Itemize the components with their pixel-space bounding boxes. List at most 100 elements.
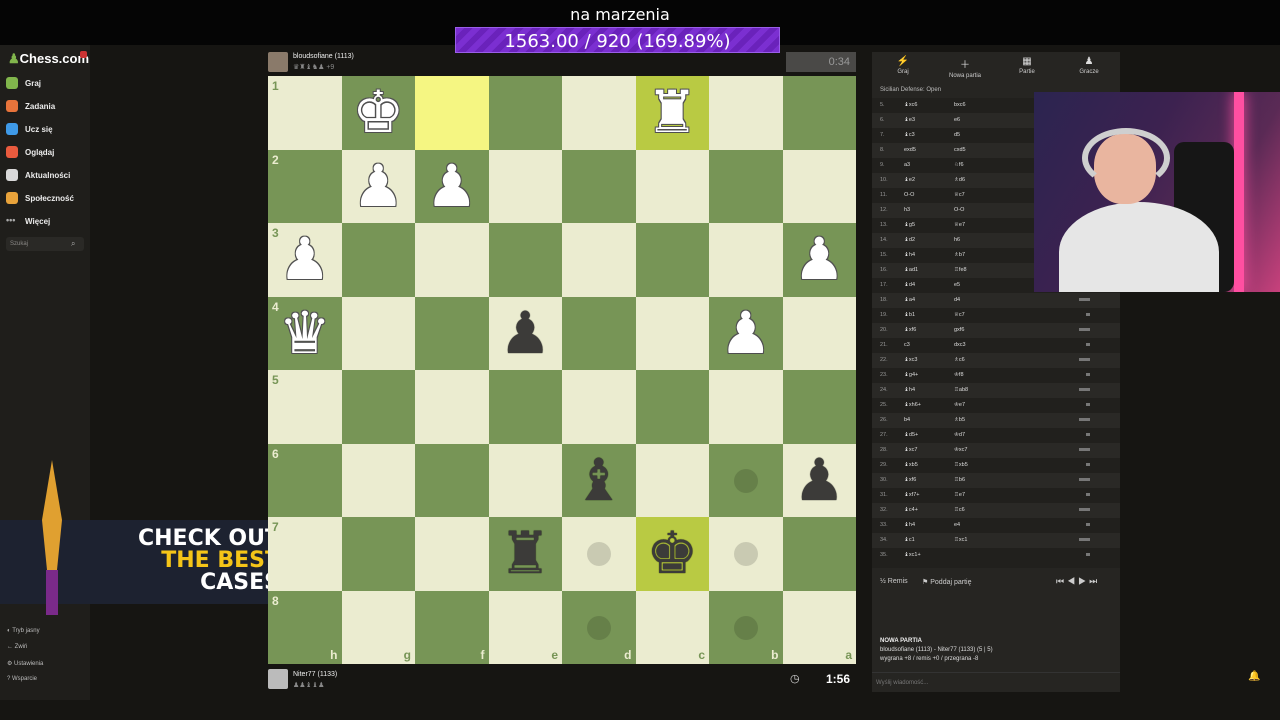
collapse-button[interactable]: ← Zwiń: [7, 644, 87, 650]
bottom-player-name[interactable]: Niter77 (1133): [293, 671, 337, 678]
white-move[interactable]: ♝c1: [904, 537, 915, 543]
white-move[interactable]: h3: [904, 207, 910, 213]
square-h3[interactable]: 3 ♟: [268, 223, 342, 297]
white-move[interactable]: ♝g4+: [904, 372, 918, 378]
square-b6[interactable]: [709, 443, 783, 517]
square-g3[interactable]: [341, 223, 415, 297]
black-move[interactable]: ♘f6: [954, 162, 964, 168]
square-g2[interactable]: ♟: [341, 149, 415, 223]
square-e1[interactable]: [488, 76, 562, 150]
white-move[interactable]: ♝d5+: [904, 432, 918, 438]
square-e8[interactable]: e: [488, 590, 562, 664]
square-a5[interactable]: [782, 370, 856, 444]
move-row[interactable]: 19. ♝b1 ♕c7: [872, 308, 1120, 323]
white-move[interactable]: ♝xf6: [904, 477, 916, 483]
bottom-player-avatar[interactable]: [268, 669, 288, 689]
square-f7[interactable]: [415, 517, 489, 591]
nav-wiecej[interactable]: ••• Więcej: [6, 211, 90, 231]
move-row[interactable]: 25. ♝xh6+ ♔e7: [872, 398, 1120, 413]
square-h8[interactable]: 8h: [268, 590, 342, 664]
square-h5[interactable]: 5: [268, 370, 342, 444]
draw-button[interactable]: ½ Remis: [880, 578, 908, 585]
black-move[interactable]: ♖b6: [954, 477, 965, 483]
notification-bell-icon[interactable]: 🔔: [1248, 671, 1260, 682]
black-piece-icon[interactable]: ♝: [562, 444, 636, 518]
square-a6[interactable]: ♟: [782, 443, 857, 518]
square-f5[interactable]: [415, 370, 489, 444]
white-move[interactable]: ♝xc1+: [904, 552, 921, 558]
white-move[interactable]: b4: [904, 417, 910, 423]
move-row[interactable]: 30. ♝xf6 ♖b6: [872, 473, 1120, 488]
chess-board[interactable]: 1 ♚ ♜ 2 ♟ ♟ 3 ♟ ♟ 4 ♛ ♟ ♟ 5 6 ♝ ♟ 7 ♜ ♚ 8 h g f e d c b a: [268, 76, 856, 664]
move-row[interactable]: 35. ♝xc1+: [872, 548, 1120, 563]
black-move[interactable]: dxc3: [954, 342, 966, 348]
tab-partie[interactable]: ▦ Partie: [996, 56, 1058, 75]
square-d6[interactable]: ♝: [562, 443, 636, 518]
black-move[interactable]: ♖xb5: [954, 462, 968, 468]
black-move[interactable]: ♖e7: [954, 492, 965, 498]
square-b2[interactable]: [709, 149, 783, 223]
black-move[interactable]: ♖ab8: [954, 387, 968, 393]
light-mode-toggle[interactable]: ◐ Tryb jasny: [7, 628, 87, 634]
black-move[interactable]: ♕c7: [954, 192, 965, 198]
black-move[interactable]: ♗d6: [954, 177, 965, 183]
white-move[interactable]: ♝c4+: [904, 507, 918, 513]
top-player-name[interactable]: bloudsofiane (1113): [293, 53, 354, 60]
white-piece-icon[interactable]: ♚: [342, 76, 416, 150]
move-row[interactable]: 31. ♝xf7+ ♖e7: [872, 488, 1120, 503]
white-move[interactable]: ♝b1: [904, 312, 915, 318]
square-h4[interactable]: 4 ♛: [268, 296, 342, 370]
square-h1[interactable]: 1: [268, 76, 342, 150]
square-b8[interactable]: b: [709, 590, 783, 664]
square-c2[interactable]: [635, 149, 709, 223]
white-move[interactable]: ♝c3: [904, 132, 915, 138]
square-c8[interactable]: c: [635, 590, 709, 664]
square-d1[interactable]: [562, 76, 636, 150]
resign-button[interactable]: ⚑ Poddaj partię: [922, 578, 972, 586]
white-move[interactable]: O-O: [904, 192, 914, 198]
square-a7[interactable]: [782, 517, 856, 591]
square-d2[interactable]: [562, 149, 636, 223]
white-move[interactable]: ♝d4: [904, 282, 915, 288]
black-piece-icon[interactable]: ♟: [783, 444, 857, 518]
black-move[interactable]: ♗b7: [954, 252, 965, 258]
square-e4[interactable]: ♟: [488, 296, 562, 370]
white-piece-icon[interactable]: ♟: [783, 223, 857, 297]
white-move[interactable]: ♝e2: [904, 177, 915, 183]
black-move[interactable]: ♕e7: [954, 222, 965, 228]
black-piece-icon[interactable]: ♜: [489, 517, 563, 591]
move-row[interactable]: 21. c3 dxc3: [872, 338, 1120, 353]
move-row[interactable]: 18. ♝a4 d4: [872, 293, 1120, 308]
square-e2[interactable]: [488, 149, 562, 223]
white-piece-icon[interactable]: ♟: [268, 223, 342, 297]
black-move[interactable]: ♖fe8: [954, 267, 967, 273]
square-g8[interactable]: g: [341, 590, 415, 664]
square-f4[interactable]: [415, 296, 489, 370]
tab-graj[interactable]: ⚡ Graj: [872, 56, 934, 75]
black-move[interactable]: ♖xc1: [954, 537, 968, 543]
move-hint-dot[interactable]: [734, 468, 758, 493]
move-row[interactable]: 32. ♝c4+ ♖c6: [872, 503, 1120, 518]
square-h6[interactable]: 6: [268, 443, 342, 517]
square-h7[interactable]: 7: [268, 517, 342, 591]
black-move[interactable]: ♔f8: [954, 372, 964, 378]
square-d4[interactable]: [562, 296, 636, 370]
white-move[interactable]: ♝xc7: [904, 447, 918, 453]
square-c7[interactable]: ♚: [635, 517, 710, 591]
white-move[interactable]: ♝xb5: [904, 462, 918, 468]
square-h2[interactable]: 2: [268, 149, 342, 223]
black-piece-icon[interactable]: ♚: [636, 517, 710, 591]
move-row[interactable]: 22. ♝xc3 ♗c6: [872, 353, 1120, 368]
square-f8[interactable]: f: [415, 590, 489, 664]
move-row[interactable]: 33. ♝h4 e4: [872, 518, 1120, 533]
white-move[interactable]: ♝xc6: [904, 102, 918, 108]
black-move[interactable]: ♖c6: [954, 507, 965, 513]
nav-graj[interactable]: Graj: [6, 73, 90, 93]
black-move[interactable]: gxf6: [954, 327, 964, 333]
move-row[interactable]: 26. b4 ♗b5: [872, 413, 1120, 428]
black-move[interactable]: e6: [954, 117, 960, 123]
white-move[interactable]: ♝xh6+: [904, 402, 921, 408]
white-move[interactable]: ♝g5: [904, 222, 915, 228]
top-player-avatar[interactable]: [268, 52, 288, 72]
black-move[interactable]: ♕c7: [954, 312, 965, 318]
